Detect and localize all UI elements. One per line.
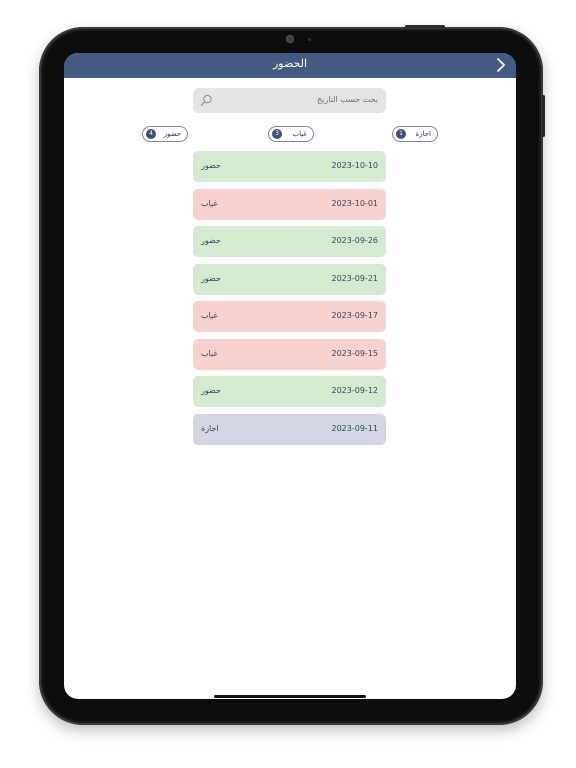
attendance-date: 2023-09-17 bbox=[331, 311, 379, 320]
attendance-row[interactable]: 2023-09-15 غياب bbox=[193, 338, 386, 370]
attendance-status: غياب bbox=[201, 311, 218, 320]
attendance-row[interactable]: 2023-10-10 حضور bbox=[193, 151, 386, 182]
power-button bbox=[405, 25, 445, 28]
attendance-date: 2023-09-11 bbox=[331, 423, 379, 433]
volume-button bbox=[542, 95, 545, 137]
attendance-row[interactable]: 2023-09-21 حضور bbox=[193, 263, 386, 295]
filter-leave[interactable]: 1 اجازة bbox=[392, 126, 438, 142]
search-placeholder: بحث حسب التاريخ bbox=[316, 95, 378, 104]
attendance-status: غياب bbox=[201, 198, 218, 208]
home-indicator bbox=[214, 695, 366, 698]
attendance-row[interactable]: 2023-09-11 اجازة bbox=[193, 413, 386, 445]
back-button[interactable] bbox=[492, 55, 510, 75]
attendance-row[interactable]: 2023-09-26 حضور bbox=[193, 226, 386, 257]
attendance-status: حضور bbox=[201, 236, 221, 245]
attendance-date: 2023-10-10 bbox=[331, 161, 379, 170]
attendance-status: حضور bbox=[201, 386, 221, 395]
filter-label: غياب bbox=[292, 130, 308, 138]
search-input[interactable]: بحث حسب التاريخ bbox=[193, 88, 386, 113]
filter-count-badge: 4 bbox=[146, 129, 156, 139]
attendance-row[interactable]: 2023-09-12 حضور bbox=[193, 376, 386, 407]
filter-label: حضور bbox=[163, 130, 181, 138]
app-screen: الحضور بحث حسب التاريخ 4 حضور 3 غياب 1 ا… bbox=[64, 53, 516, 699]
navigation-bar: الحضور bbox=[64, 53, 516, 78]
filter-present[interactable]: 4 حضور bbox=[142, 126, 188, 142]
attendance-date: 2023-09-21 bbox=[331, 273, 379, 283]
attendance-date: 2023-09-15 bbox=[331, 348, 379, 358]
attendance-status: حضور bbox=[201, 161, 221, 170]
chevron-right-icon bbox=[497, 58, 505, 72]
attendance-row[interactable]: 2023-10-01 غياب bbox=[193, 188, 386, 220]
filter-count-badge: 1 bbox=[396, 129, 406, 139]
attendance-status: غياب bbox=[201, 348, 218, 358]
page-title: الحضور bbox=[272, 57, 308, 70]
camera-sensor bbox=[308, 38, 311, 41]
attendance-date: 2023-10-01 bbox=[331, 198, 379, 208]
filter-absent[interactable]: 3 غياب bbox=[268, 126, 314, 142]
attendance-status: اجازة bbox=[201, 423, 219, 433]
filter-count-badge: 3 bbox=[272, 129, 282, 139]
attendance-row[interactable]: 2023-09-17 غياب bbox=[193, 301, 386, 332]
front-camera bbox=[286, 35, 294, 43]
attendance-date: 2023-09-12 bbox=[331, 386, 379, 395]
filter-label: اجازة bbox=[415, 130, 431, 138]
attendance-date: 2023-09-26 bbox=[331, 236, 379, 245]
search-icon bbox=[200, 94, 212, 106]
attendance-status: حضور bbox=[201, 273, 221, 283]
